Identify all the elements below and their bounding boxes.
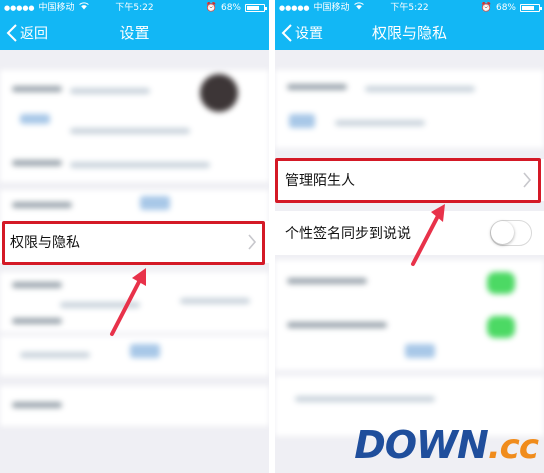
alarm-icon: ⏰ bbox=[480, 3, 492, 13]
nav-bar: 设置 权限与隐私 bbox=[275, 16, 544, 50]
nav-bar: 返回 设置 bbox=[0, 16, 269, 50]
status-bar: ●●●●● 中国移动 下午5:22 ⏰ 68% bbox=[275, 0, 544, 16]
watermark-logo: DOWN .cc bbox=[354, 423, 539, 467]
battery-percent: 68% bbox=[495, 3, 516, 13]
page-title: 权限与隐私 bbox=[371, 24, 447, 42]
battery-icon bbox=[245, 4, 267, 12]
blurred-privacy-list-top bbox=[275, 50, 544, 155]
arrow-icon bbox=[411, 204, 445, 266]
highlight-box bbox=[275, 158, 541, 203]
alarm-icon: ⏰ bbox=[205, 3, 217, 13]
watermark-part1: DOWN bbox=[354, 423, 489, 467]
page-title: 设置 bbox=[119, 24, 150, 42]
signature-sync-label: 个性签名同步到说说 bbox=[285, 226, 411, 242]
status-bar: ●●●●● 中国移动 下午5:22 ⏰ 68% bbox=[0, 0, 269, 16]
highlight-box bbox=[2, 221, 265, 265]
privacy-screen: ●●●●● 中国移动 下午5:22 ⏰ 68% 设置 权限与隐私 管理陌生人 个… bbox=[275, 0, 544, 473]
watermark-part2: .cc bbox=[487, 427, 539, 467]
battery-icon bbox=[520, 4, 542, 12]
settings-screen: ●●●●● 中国移动 下午5:22 ⏰ 68% 返回 设置 权限与隐私 bbox=[0, 0, 269, 473]
battery-percent: 68% bbox=[220, 3, 241, 13]
signature-sync-toggle[interactable] bbox=[490, 220, 532, 246]
arrow-icon bbox=[110, 268, 146, 336]
